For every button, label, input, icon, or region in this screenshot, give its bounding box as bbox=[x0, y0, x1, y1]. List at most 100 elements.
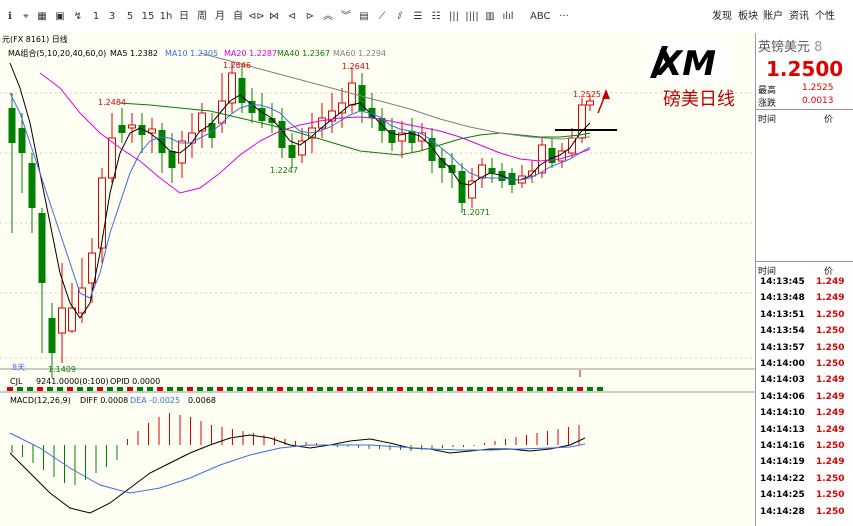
volume-bar bbox=[567, 387, 573, 391]
line-icon[interactable]: ⟋ bbox=[374, 9, 390, 25]
volume-bar bbox=[487, 387, 493, 391]
candle-body-down bbox=[428, 138, 436, 161]
chart-type-icon[interactable]: ▤ bbox=[356, 9, 372, 25]
fib-icon[interactable]: ☰ bbox=[410, 9, 426, 25]
candle-body-down bbox=[28, 163, 36, 208]
zoom-out-icon[interactable]: ⋈ bbox=[266, 9, 282, 25]
high-label: 最高 bbox=[758, 86, 777, 96]
volume-bar bbox=[587, 387, 593, 391]
toolbar-period-month-button[interactable]: 月 bbox=[212, 9, 228, 25]
save-icon[interactable]: ▣ bbox=[52, 9, 68, 25]
last-price: 1.2500 bbox=[766, 57, 844, 81]
volume-bar bbox=[557, 387, 563, 391]
candle-body-down bbox=[118, 125, 126, 133]
toolbar-period-day-button[interactable]: 日 bbox=[176, 9, 192, 25]
more-icon[interactable]: ··· bbox=[556, 9, 572, 25]
label-high-4: 1.2525 bbox=[573, 90, 601, 99]
candle-body-up bbox=[586, 100, 594, 106]
tick-price: 1.250 bbox=[816, 441, 845, 451]
bars2-icon[interactable]: |||| bbox=[464, 9, 480, 25]
volume-bar bbox=[217, 387, 223, 391]
right-arrow-icon[interactable]: ⊳ bbox=[302, 9, 318, 25]
volume-bar bbox=[147, 387, 153, 391]
chart-canvas[interactable]: 元(FX 8161) 日线 MA组合(5,10,20,40,60,0) MA5 1.… bbox=[0, 33, 755, 526]
volume-icon[interactable]: ılıl bbox=[500, 9, 516, 25]
candle-body-down bbox=[38, 213, 46, 283]
toolbar-period-5-button[interactable]: 5 bbox=[122, 9, 138, 25]
bars3-icon[interactable]: ▥ bbox=[482, 9, 498, 25]
candle-body-down bbox=[238, 78, 246, 103]
abc-icon[interactable]: ABC bbox=[530, 9, 551, 25]
label-high-1: 1.2646 bbox=[223, 61, 251, 70]
kline-chart[interactable]: 元(FX 8161) 日线 MA组合(5,10,20,40,60,0) MA5 1.… bbox=[0, 33, 755, 526]
gann-icon[interactable]: ☷ bbox=[428, 9, 444, 25]
ma60-line bbox=[199, 52, 591, 140]
volume-bar bbox=[97, 387, 103, 391]
up-icon[interactable]: ︽ bbox=[320, 9, 336, 25]
tick-time: 14:13:54 bbox=[760, 326, 805, 337]
toolbar-menu-3[interactable]: 资讯 bbox=[789, 9, 809, 25]
label-low-1: 1.2247 bbox=[270, 166, 298, 175]
tick-price: 1.249 bbox=[816, 375, 845, 386]
volume-bar bbox=[27, 387, 33, 391]
toolbar-menu-2[interactable]: 账户 bbox=[763, 9, 783, 25]
toolbar-menu-0[interactable]: 发现 bbox=[712, 9, 732, 25]
toolbar-period-week-button[interactable]: 周 bbox=[194, 9, 210, 25]
tick-time: 14:14:25 bbox=[760, 490, 805, 501]
toolbar-period-custom-button[interactable]: 自 bbox=[230, 9, 246, 25]
volume-bar bbox=[127, 387, 133, 391]
candle-body-up bbox=[318, 117, 326, 129]
volume-bar bbox=[547, 387, 553, 391]
channel-icon[interactable]: ⫽ bbox=[392, 9, 408, 25]
crosshair-icon[interactable]: ⌖ bbox=[18, 9, 34, 25]
macd-dea: DEA -0.0025 bbox=[130, 396, 180, 405]
tick-price: 1.249 bbox=[816, 293, 845, 304]
quote-panel: 英镑美元 8 1.2500 最高 1.2525 涨跌 0.0013 时间 价 时… bbox=[755, 33, 853, 526]
left-arrow-icon[interactable]: ⊲ bbox=[284, 9, 300, 25]
toolbar-period-1h-button[interactable]: 1h bbox=[158, 9, 174, 25]
volume-bar bbox=[227, 387, 233, 391]
volume-bar bbox=[577, 387, 583, 391]
volume-bar bbox=[307, 387, 313, 391]
volume-bar bbox=[317, 387, 323, 391]
toolbar-period-1-button[interactable]: 1 bbox=[88, 9, 104, 25]
bars-icon[interactable]: ||| bbox=[446, 9, 462, 25]
volume-bar bbox=[107, 387, 113, 391]
time-label: 时间 bbox=[758, 115, 777, 125]
macd-diff: DIFF 0.0008 bbox=[80, 396, 128, 405]
candle-body-up bbox=[538, 144, 546, 174]
volume-bar bbox=[347, 387, 353, 391]
toolbar: ℹ ⌖ ▦ ▣ ↯ 1 3 5 15 1h 日周月自 ⊲⊳ ⋈ ⊲ ⊳ ︽ ︾ ▤ ⟋ ⫽ ☰ ☷ ||| |||| ▥ ılıl… bbox=[0, 0, 853, 34]
candle-body-up bbox=[58, 307, 66, 334]
tick-time: 14:14:06 bbox=[760, 391, 805, 402]
candle-body-down bbox=[158, 130, 166, 153]
tick-header-time: 时间 bbox=[758, 267, 777, 277]
change-label: 涨跌 bbox=[758, 99, 777, 109]
tick-time: 14:14:03 bbox=[760, 375, 805, 386]
toolbar-period-15-button[interactable]: 15 bbox=[140, 9, 156, 25]
volume-bar bbox=[447, 387, 453, 391]
toolbar-period-3-button[interactable]: 3 bbox=[104, 9, 120, 25]
tick-time: 14:14:13 bbox=[760, 424, 805, 435]
label-high-2: 1.2641 bbox=[342, 62, 370, 71]
volume-bar bbox=[117, 387, 123, 391]
label-high-3: 1.2484 bbox=[98, 98, 126, 107]
volume-bar bbox=[47, 387, 53, 391]
zoom-in-icon[interactable]: ⊲⊳ bbox=[248, 9, 265, 25]
candle-body-down bbox=[458, 171, 466, 203]
volume-bar bbox=[417, 387, 423, 391]
down-icon[interactable]: ︾ bbox=[338, 9, 354, 25]
toolbar-menu-4[interactable]: 个性 bbox=[815, 9, 835, 25]
toolbar-menu-1[interactable]: 板块 bbox=[738, 9, 758, 25]
volume-bar bbox=[157, 387, 163, 391]
draw-icon[interactable]: ↯ bbox=[70, 9, 86, 25]
candle-body-up bbox=[68, 307, 76, 332]
tick-time: 14:14:10 bbox=[760, 408, 805, 419]
tick-time: 14:13:48 bbox=[760, 293, 805, 304]
pin-icon[interactable]: ℹ bbox=[2, 9, 18, 25]
grid-icon[interactable]: ▦ bbox=[34, 9, 50, 25]
volume-bar bbox=[57, 387, 63, 391]
volume-bar bbox=[467, 387, 473, 391]
candle-body-down bbox=[48, 318, 56, 353]
tick-price: 1.249 bbox=[816, 457, 845, 468]
